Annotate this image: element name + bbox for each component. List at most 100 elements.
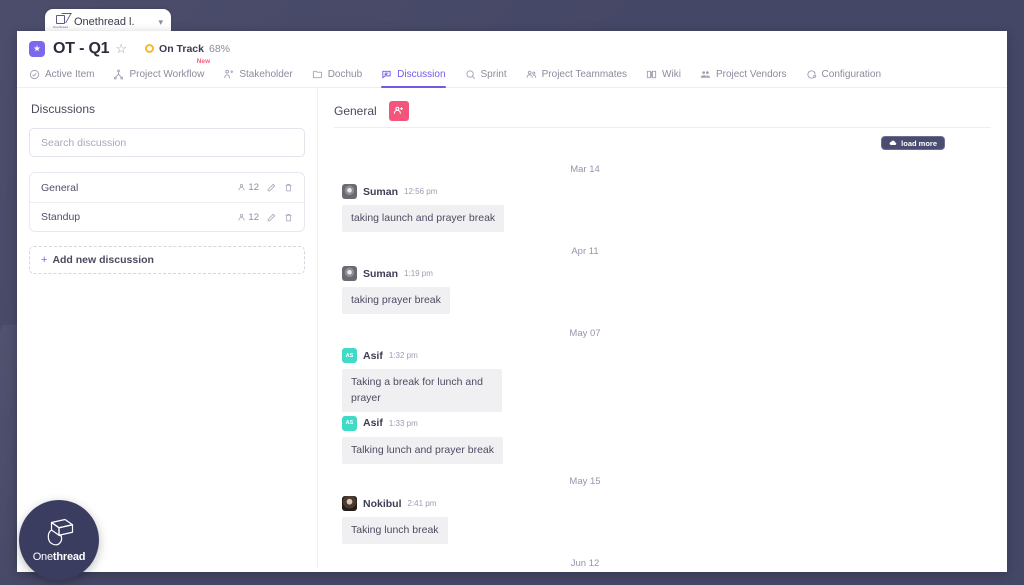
project-header: OT - Q1 ☆ On Track 68% (17, 35, 1007, 62)
nav-item-wiki[interactable]: Wiki (646, 62, 681, 88)
nav-label: Discussion (397, 69, 445, 80)
app-window: OT - Q1 ☆ On Track 68% Active Item Proje… (17, 31, 1007, 572)
avatar: AS (342, 348, 357, 363)
stakeholder-icon (223, 69, 234, 80)
page-title: OT - Q1 (53, 40, 109, 58)
message-group: AS Asif 1:32 pm Taking a break for lunch… (334, 339, 991, 411)
avatar (342, 184, 357, 199)
add-user-icon[interactable] (389, 101, 409, 121)
nav-label: Project Workflow (129, 69, 204, 80)
discussion-name: Standup (41, 211, 237, 223)
project-nav: Active Item Project Workflow New Stakeho… (17, 62, 1007, 88)
cloud-download-icon (889, 139, 897, 147)
load-more-label: load more (901, 139, 937, 148)
member-count: 12 (237, 212, 259, 223)
load-more-row: load more (334, 128, 991, 164)
nav-label: Project Teammates (542, 69, 627, 80)
search-discussion-box[interactable] (29, 128, 305, 157)
avatar (342, 266, 357, 281)
message-bubble: Taking lunch break (342, 517, 448, 544)
message-time: 1:19 pm (404, 269, 433, 278)
nav-item-active-item[interactable]: Active Item (29, 62, 94, 88)
member-count-value: 12 (248, 182, 259, 193)
nav-item-dochub[interactable]: Dochub (312, 62, 362, 88)
date-separator: May 15 (334, 476, 836, 487)
gear-icon (806, 69, 817, 80)
folder-icon (312, 69, 323, 80)
message-author: Nokibul (363, 498, 402, 510)
pencil-icon[interactable] (267, 183, 276, 192)
message-author: Asif (363, 350, 383, 362)
wordmark-bold: thread (53, 551, 85, 563)
member-count: 12 (237, 182, 259, 193)
list-item[interactable]: Standup 12 (30, 202, 304, 231)
wordmark-light: One (33, 551, 53, 563)
sidebar-title: Discussions (31, 102, 305, 116)
discussion-name: General (41, 182, 237, 194)
discussion-list: General 12 S (29, 172, 305, 232)
nav-item-sprint[interactable]: Sprint (465, 62, 507, 88)
trash-icon[interactable] (284, 213, 293, 222)
chat-panel: General load more Mar 14 Sum (317, 88, 1007, 569)
star-outline-icon[interactable]: ☆ (115, 41, 127, 57)
message-time: 2:41 pm (408, 499, 437, 508)
chat-title: General (334, 104, 377, 118)
browser-tab-title: Onethread l. (74, 16, 154, 28)
nav-item-project-teammates[interactable]: Project Teammates (526, 62, 627, 88)
message-author: Suman (363, 268, 398, 280)
nav-label: Configuration (822, 69, 881, 80)
nav-item-configuration[interactable]: Configuration (806, 62, 881, 88)
load-more-button[interactable]: load more (881, 136, 945, 150)
nav-label: Project Vendors (716, 69, 787, 80)
member-count-value: 12 (248, 212, 259, 223)
discussion-icon (381, 69, 392, 80)
browser-tab-strip: Onethread Onethread l. ▾ (0, 0, 1024, 34)
status-badge: On Track (159, 43, 204, 55)
discussions-sidebar: Discussions General 12 (17, 88, 317, 569)
message-list[interactable]: load more Mar 14 Suman 12:56 pm taking l… (318, 128, 1007, 569)
nav-label: Sprint (481, 69, 507, 80)
date-separator: May 07 (334, 328, 836, 339)
message-bubble: Taking a break for lunch and prayer (342, 369, 502, 411)
add-new-discussion-label: Add new discussion (52, 254, 154, 266)
message-author: Asif (363, 417, 383, 429)
onethread-cube-icon (42, 518, 76, 548)
nav-label: Stakeholder (239, 69, 292, 80)
nav-item-stakeholder[interactable]: Stakeholder (223, 62, 292, 88)
workflow-icon (113, 69, 124, 80)
nav-label: Wiki (662, 69, 681, 80)
message-group: AS Asif 1:33 pm Talking lunch and prayer… (334, 412, 991, 464)
message-bubble: Talking lunch and prayer break (342, 437, 503, 464)
person-icon (237, 213, 246, 222)
project-star-logo-icon (29, 41, 45, 57)
date-separator: Mar 14 (334, 164, 836, 175)
message-author: Suman (363, 186, 398, 198)
message-bubble: taking prayer break (342, 287, 450, 314)
search-input[interactable] (41, 137, 293, 149)
check-circle-icon (29, 69, 40, 80)
avatar: AS (342, 416, 357, 431)
new-badge: New (197, 58, 211, 65)
message-group: Nokibul 2:41 pm Taking lunch break (334, 487, 991, 544)
vendors-users-icon (700, 69, 711, 80)
nav-item-discussion[interactable]: Discussion (381, 62, 445, 88)
content-area: Discussions General 12 (17, 88, 1007, 569)
date-separator: Jun 12 (334, 558, 836, 569)
add-new-discussion-button[interactable]: + Add new discussion (29, 246, 305, 274)
message-time: 1:33 pm (389, 419, 418, 428)
message-group: Suman 12:56 pm taking launch and prayer … (334, 175, 991, 232)
avatar (342, 496, 357, 511)
chat-header: General (318, 94, 1007, 127)
book-icon (646, 69, 657, 80)
nav-label: Dochub (328, 69, 362, 80)
list-item[interactable]: General 12 (30, 173, 304, 202)
chevron-down-icon[interactable]: ▾ (158, 17, 163, 28)
nav-item-project-vendors[interactable]: Project Vendors (700, 62, 787, 88)
trash-icon[interactable] (284, 183, 293, 192)
date-separator: Apr 11 (334, 246, 836, 257)
teammates-icon (526, 69, 537, 80)
nav-label: Active Item (45, 69, 94, 80)
nav-item-project-workflow[interactable]: Project Workflow New (113, 62, 204, 88)
onethread-watermark: Onethread (19, 500, 99, 580)
pencil-icon[interactable] (267, 213, 276, 222)
